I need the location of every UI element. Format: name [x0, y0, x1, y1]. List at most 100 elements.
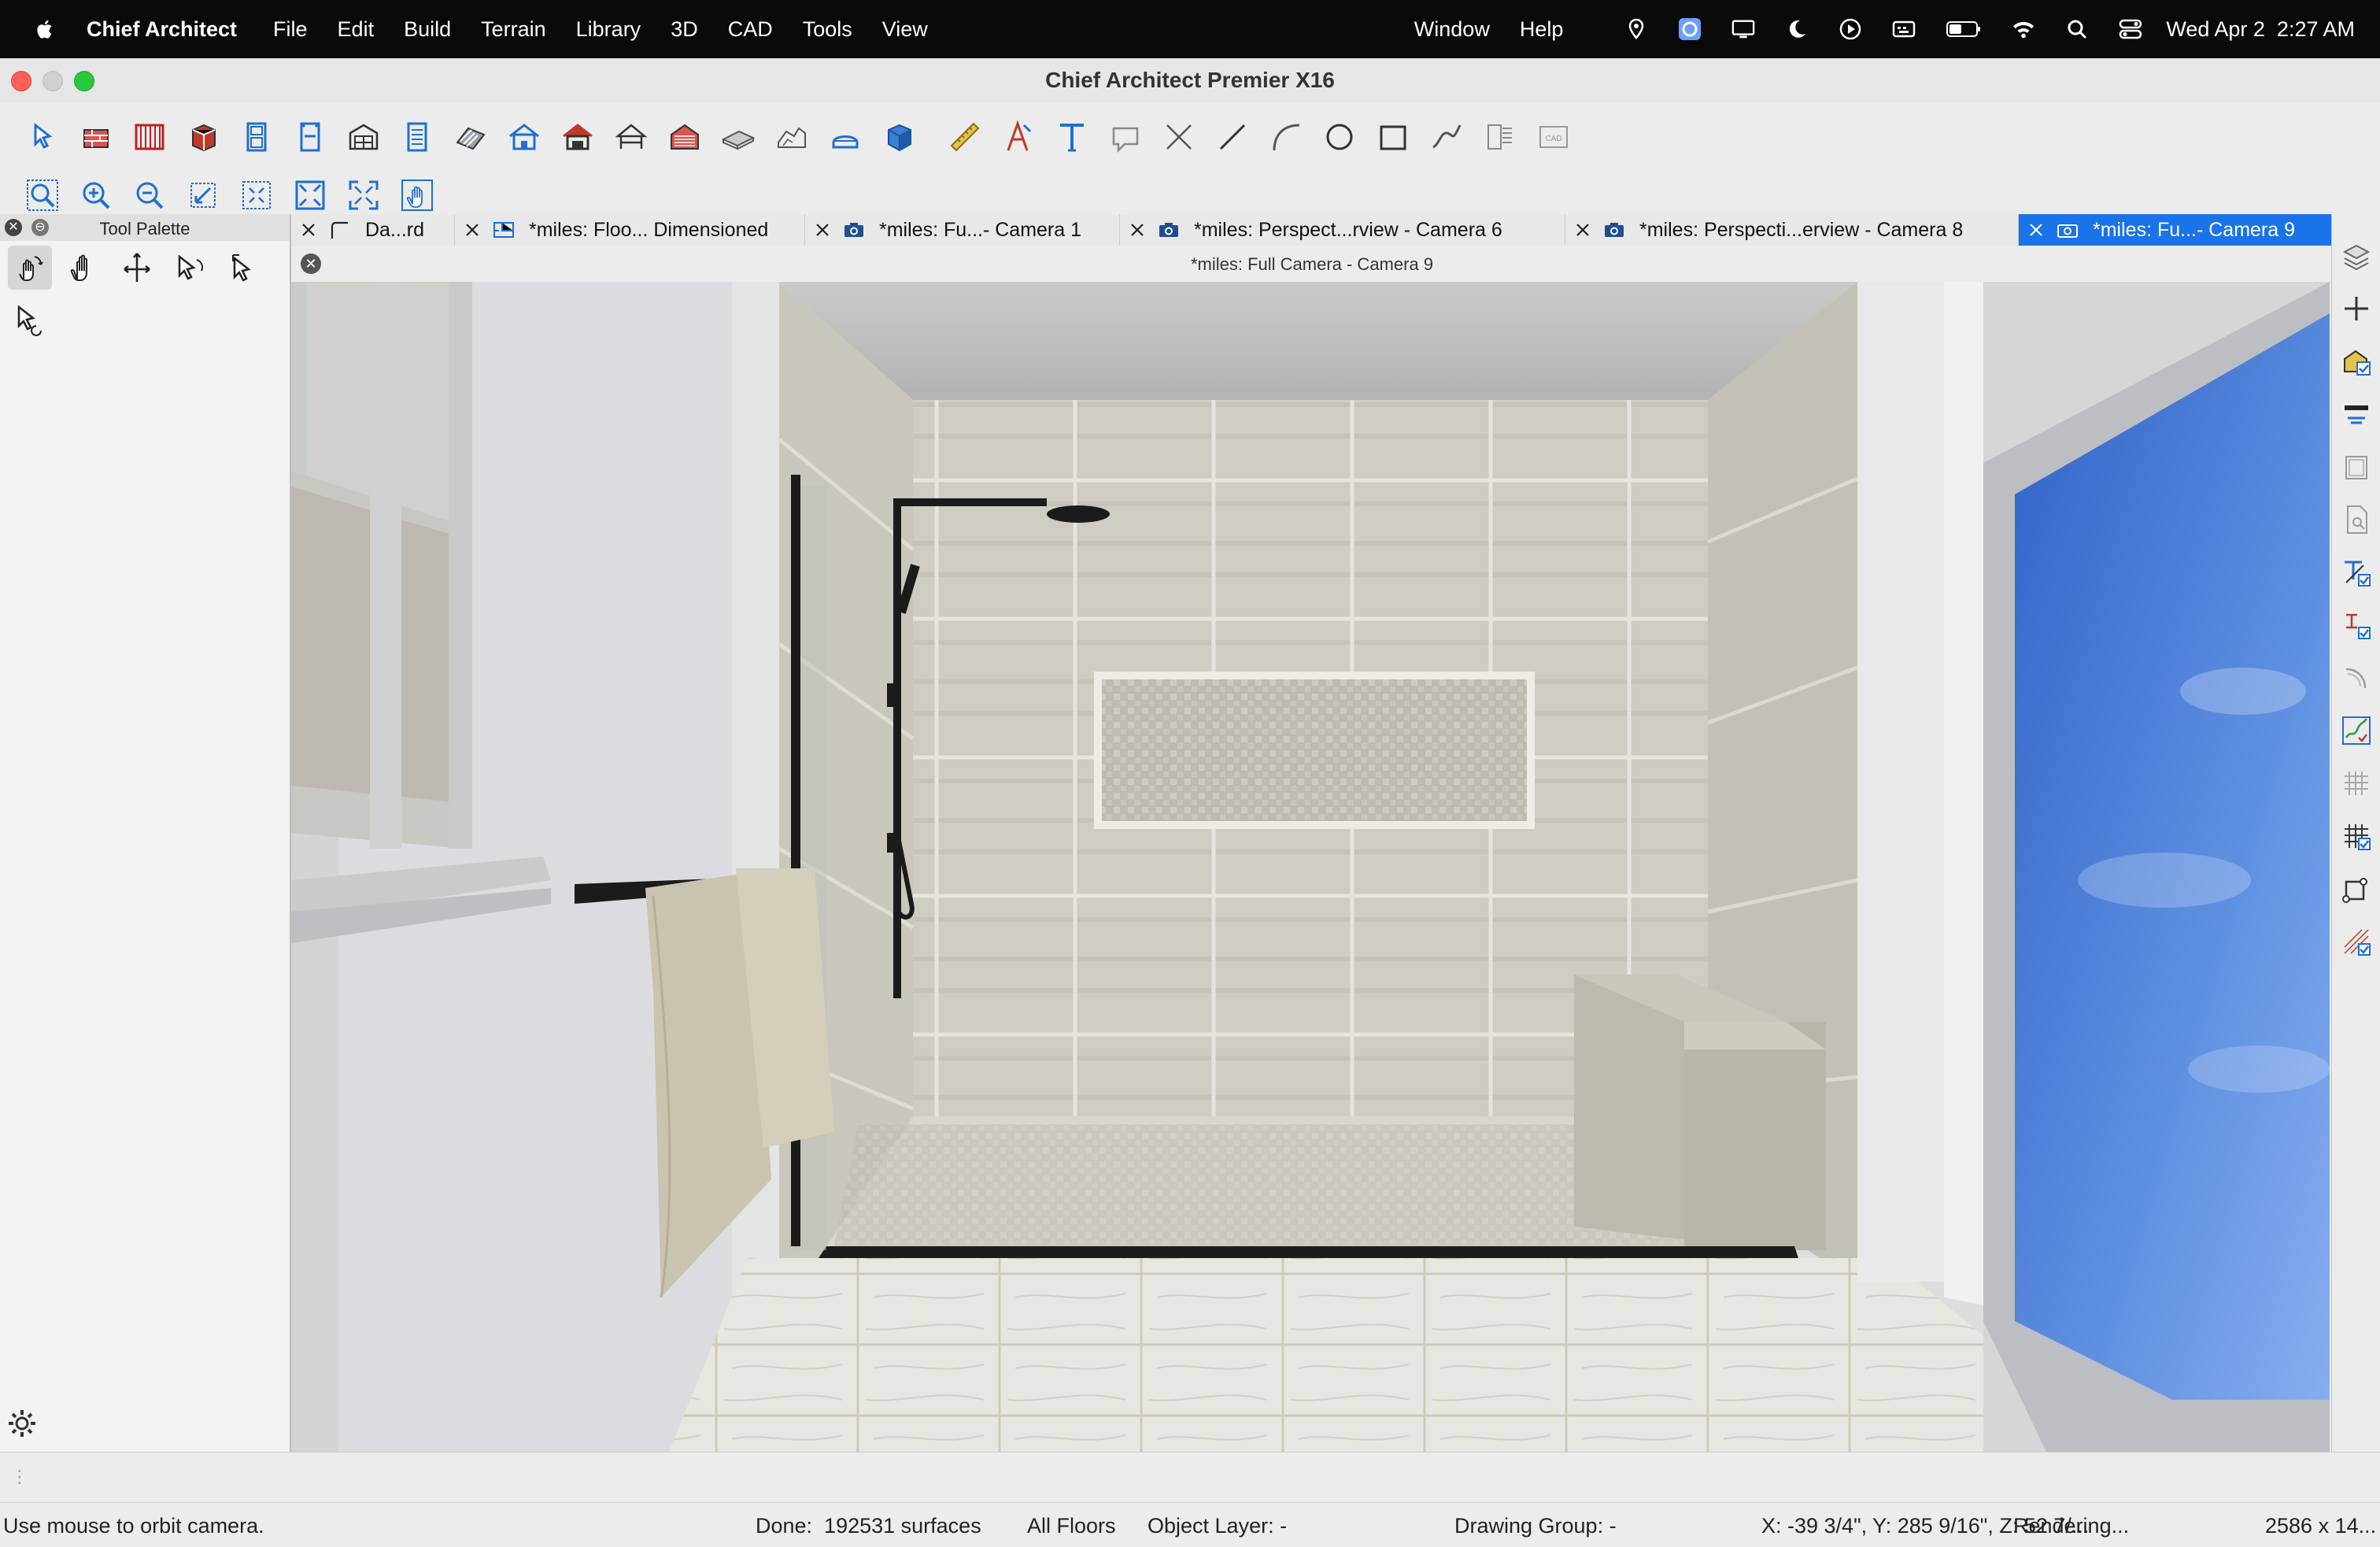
tab-floor-plan[interactable]: *miles: Floo... Dimensioned [455, 214, 805, 246]
zoom-out-icon[interactable] [129, 175, 170, 216]
menu-build[interactable]: Build [404, 17, 451, 42]
menu-terrain[interactable]: Terrain [481, 17, 546, 42]
zoom-in-icon[interactable] [76, 175, 116, 216]
add-icon[interactable] [2338, 291, 2374, 327]
cad-block-icon[interactable]: CAD [1533, 117, 1574, 157]
cross-section-icon[interactable] [2338, 923, 2374, 960]
status-object-layer[interactable]: Object Layer: - [1148, 1514, 1287, 1538]
tilt-camera-icon[interactable] [222, 246, 266, 290]
status-drawing-group[interactable]: Drawing Group: - [1454, 1514, 1617, 1538]
rectangle-outline-icon[interactable] [2338, 449, 2374, 485]
dimension-check-icon[interactable] [2338, 607, 2374, 643]
stair-icon[interactable] [397, 117, 438, 157]
tab-camera-1[interactable]: *miles: Fu...- Camera 1 [805, 214, 1120, 246]
wifi-icon[interactable] [2012, 17, 2035, 41]
orbit-camera-icon[interactable] [8, 246, 52, 290]
strip-grip-icon[interactable]: ⋮ [11, 1467, 28, 1487]
menu-tools[interactable]: Tools [803, 17, 852, 42]
focus-moon-icon[interactable] [1785, 17, 1809, 41]
full-extents-icon[interactable] [343, 175, 384, 216]
tab-close-icon[interactable] [815, 222, 830, 238]
grid-icon[interactable] [2338, 765, 2374, 801]
cross-line-icon[interactable] [1159, 117, 1199, 157]
framing-icon[interactable] [343, 117, 384, 157]
rectangle-icon[interactable] [1373, 117, 1414, 157]
layer-stack-icon[interactable] [2338, 238, 2374, 274]
apple-menu-icon[interactable] [35, 17, 55, 41]
box-3d-icon[interactable] [878, 117, 919, 157]
tab-close-icon[interactable] [464, 222, 480, 238]
keyboard-icon[interactable] [1892, 17, 1916, 41]
menubar-clock[interactable]: Wed Apr 2 2:27 AM [2166, 17, 2355, 42]
pan-window-icon[interactable] [397, 175, 438, 216]
app-menu[interactable]: Chief Architect [87, 17, 237, 42]
location-icon[interactable] [1624, 17, 1648, 41]
text-check-icon[interactable] [2338, 554, 2374, 590]
cabinet-icon[interactable] [183, 117, 224, 157]
menu-cad[interactable]: CAD [728, 17, 773, 42]
menu-edit[interactable]: Edit [338, 17, 375, 42]
curve-icon[interactable] [2338, 660, 2374, 696]
menu-view[interactable]: View [882, 17, 928, 42]
window-icon[interactable] [290, 117, 331, 157]
plane-icon[interactable] [2338, 396, 2374, 432]
control-center-icon[interactable] [2119, 17, 2142, 41]
barn-icon[interactable] [664, 117, 705, 157]
garage-icon[interactable] [557, 117, 598, 157]
slab-icon[interactable] [718, 117, 759, 157]
pan-camera-icon[interactable] [61, 246, 105, 290]
palette-settings-gear-icon[interactable] [6, 1408, 38, 1439]
door-icon[interactable] [236, 117, 277, 157]
layout-icon[interactable] [1480, 117, 1521, 157]
dimension-icon[interactable] [998, 117, 1039, 157]
3d-camera-viewport[interactable] [291, 282, 2330, 1452]
measure-icon[interactable] [944, 117, 985, 157]
rendered-shower-scene[interactable] [291, 282, 2330, 1452]
mouse-orbit-icon[interactable] [8, 298, 52, 342]
tab-close-icon[interactable] [1575, 222, 1591, 238]
status-floors[interactable]: All Floors [1027, 1514, 1116, 1538]
object-check-icon[interactable] [2338, 871, 2374, 907]
fill-window-building-icon[interactable] [290, 175, 331, 216]
tab-camera-9-active[interactable]: *miles: Fu...- Camera 9 [2019, 214, 2333, 246]
page-search-icon[interactable] [2338, 501, 2374, 538]
move-camera-icon[interactable] [115, 246, 159, 290]
tab-close-icon[interactable] [301, 222, 316, 238]
play-icon[interactable] [1839, 17, 1862, 41]
fill-window-icon[interactable] [236, 175, 277, 216]
wall-tool-icon[interactable] [76, 117, 116, 157]
tab-camera-6[interactable]: *miles: Perspect...rview - Camera 6 [1120, 214, 1565, 246]
menu-3d[interactable]: 3D [671, 17, 698, 42]
railing-icon[interactable] [129, 117, 170, 157]
menu-library[interactable]: Library [576, 17, 641, 42]
material-icon[interactable] [2338, 343, 2374, 379]
display-icon[interactable] [1731, 17, 1755, 41]
tab-elevation[interactable]: Da...rd [291, 214, 455, 246]
menu-file[interactable]: File [273, 17, 308, 42]
menu-window[interactable]: Window [1414, 17, 1490, 42]
spotlight-search-icon[interactable] [2065, 17, 2089, 41]
roof-icon[interactable] [450, 117, 491, 157]
menu-help[interactable]: Help [1520, 17, 1564, 42]
tab-camera-8[interactable]: *miles: Perspecti...erview - Camera 8 [1565, 214, 2019, 246]
grid-check-icon[interactable] [2338, 818, 2374, 854]
circle-icon[interactable] [1319, 117, 1360, 157]
shower-icon[interactable] [825, 117, 866, 157]
battery-icon[interactable] [1946, 17, 1982, 41]
app-switcher-icon[interactable] [1678, 17, 1702, 41]
undo-zoom-icon[interactable] [183, 175, 224, 216]
gazebo-icon[interactable] [611, 117, 652, 157]
rotate-camera-icon[interactable] [168, 246, 213, 290]
arc-icon[interactable] [1266, 117, 1306, 157]
spline-icon[interactable] [1426, 117, 1467, 157]
callout-icon[interactable] [1105, 117, 1146, 157]
terrain-icon[interactable] [771, 117, 812, 157]
zoom-tool-icon[interactable] [22, 175, 63, 216]
house-icon[interactable] [504, 117, 545, 157]
text-icon[interactable] [1051, 117, 1092, 157]
chart-check-icon[interactable] [2338, 712, 2374, 749]
select-objects-icon[interactable] [22, 117, 63, 157]
tab-close-icon[interactable] [1129, 222, 1145, 238]
line-icon[interactable] [1212, 117, 1253, 157]
tab-close-icon[interactable] [2028, 222, 2044, 238]
